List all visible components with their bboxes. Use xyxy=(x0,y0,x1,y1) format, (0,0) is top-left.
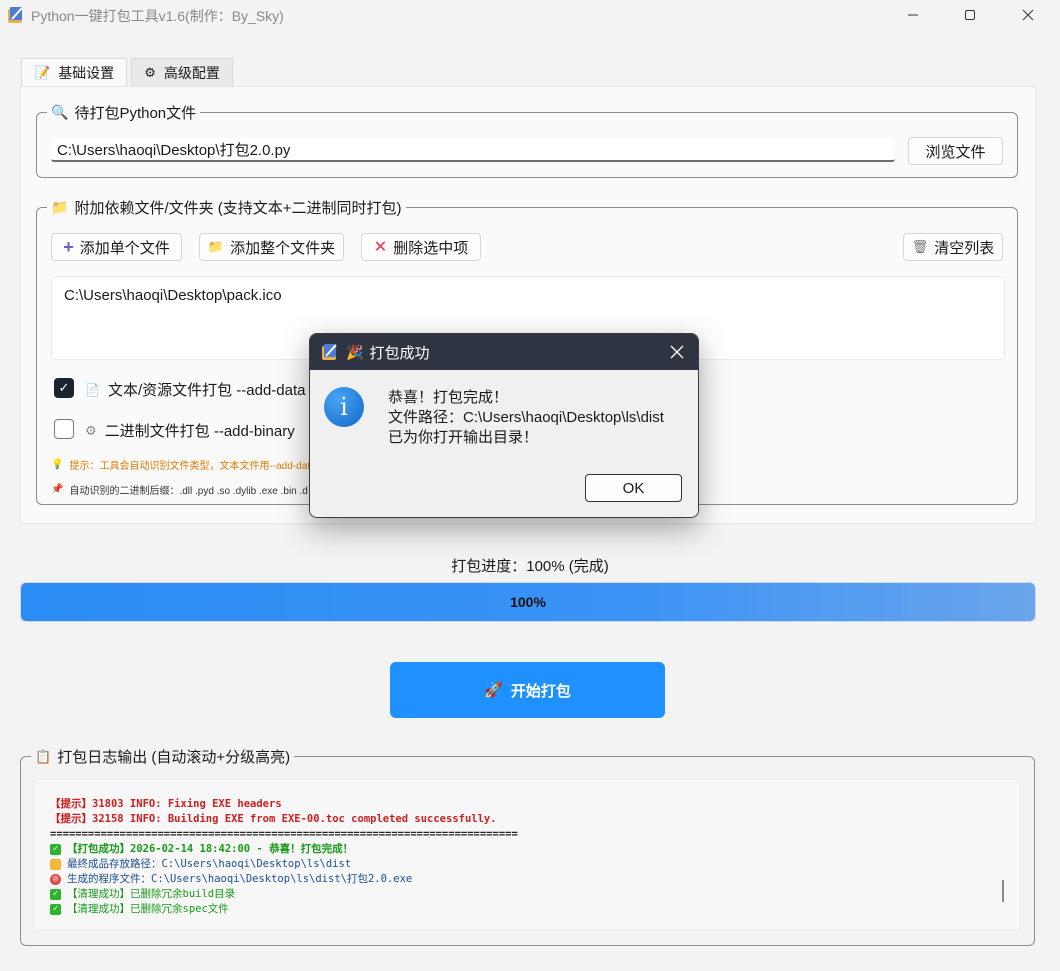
text-mode-label: 📄 文本/资源文件打包 --add-data xyxy=(85,379,306,400)
rocket-icon: 🚀 xyxy=(484,682,503,699)
clear-list-button[interactable]: 🗑 清空列表 xyxy=(903,233,1003,261)
start-packaging-label: 开始打包 xyxy=(510,682,571,700)
log-line: ✓ 【清理成功】已删除冗余spec文件 xyxy=(50,902,1020,917)
close-icon xyxy=(670,345,684,359)
clear-list-label: 清空列表 xyxy=(934,239,995,257)
gear-icon: ⚙ xyxy=(85,422,97,438)
log-line: ◎ 生成的程序文件：C:\Users\haoqi\Desktop\ls\dist… xyxy=(50,872,1020,887)
magnifier-icon: 🔍 xyxy=(51,104,69,120)
progress-label: 打包进度：100% (完成) xyxy=(451,558,609,575)
dialog-body: i 恭喜！打包完成！ 文件路径：C:\Users\haoqi\Desktop\l… xyxy=(310,370,698,517)
binary-mode-label-text: 二进制文件打包 --add-binary xyxy=(104,423,295,440)
dialog-close-button[interactable] xyxy=(670,345,684,359)
add-file-label: 添加单个文件 xyxy=(79,239,170,257)
binary-suffix-hint: 📌 自动识别的二进制后缀：.dll .pyd .so .dylib .exe .… xyxy=(51,482,308,497)
title-bar: Python一键打包工具v1.6(制作：By_Sky) xyxy=(0,0,1060,30)
dialog-message: 恭喜！打包完成！ 文件路径：C:\Users\haoqi\Desktop\ls\… xyxy=(388,388,664,448)
cross-mark-icon: ✕ xyxy=(373,239,388,256)
folder-icon xyxy=(50,859,61,870)
browse-file-button[interactable]: 浏览文件 xyxy=(908,137,1003,165)
tab-label: 基础设置 xyxy=(58,64,115,81)
log-output-group: 📋 打包日志输出 (自动滚动+分级高亮) 【提示】31803 INFO: Fix… xyxy=(20,746,1035,946)
add-file-button[interactable]: + 添加单个文件 xyxy=(51,233,182,261)
python-file-path-input[interactable] xyxy=(51,138,895,162)
memo-icon: 📝 xyxy=(34,64,51,80)
folder-icon: 📁 xyxy=(51,199,69,215)
info-icon: i xyxy=(324,387,364,427)
lightbulb-icon: 💡 xyxy=(51,459,64,470)
log-scrollbar[interactable] xyxy=(1002,880,1004,902)
tab-basic-settings[interactable]: 📝 基础设置 xyxy=(21,58,128,86)
browse-file-label: 浏览文件 xyxy=(925,143,986,161)
binary-suffix-hint-text: 自动识别的二进制后缀：.dll .pyd .so .dylib .exe .bi… xyxy=(69,486,308,497)
log-legend-text: 打包日志输出 (自动滚动+分级高亮) xyxy=(57,749,291,766)
party-icon: 🎉 xyxy=(346,343,364,360)
maximize-button[interactable] xyxy=(947,0,993,30)
close-icon xyxy=(1022,9,1034,21)
start-packaging-button[interactable]: 🚀 开始打包 xyxy=(390,662,665,718)
close-button[interactable] xyxy=(1005,0,1051,30)
dialog-message-line: 已为你打开输出目录！ xyxy=(388,429,539,446)
app-icon xyxy=(8,7,23,23)
text-mode-label-text: 文本/资源文件打包 --add-data xyxy=(107,382,306,399)
log-line: ✓ 【打包成功】2026-02-14 18:42:00 - 恭喜！打包完成！ xyxy=(50,842,1020,857)
target-icon: ◎ xyxy=(50,874,61,885)
type-hint: 💡 提示：工具会自动识别文件类型，文本文件用--add-data xyxy=(51,457,316,472)
log-line: ✓ 【清理成功】已删除冗余build目录 xyxy=(50,887,1020,902)
log-line: 最终成品存放路径：C:\Users\haoqi\Desktop\ls\dist xyxy=(50,857,1020,872)
ok-button[interactable]: OK xyxy=(585,474,682,502)
type-hint-text: 提示：工具会自动识别文件类型，文本文件用--add-data xyxy=(69,461,316,472)
window-title: Python一键打包工具v1.6(制作：By_Sky) xyxy=(31,8,284,24)
log-line: 【提示】31803 INFO: Fixing EXE headers xyxy=(50,798,282,810)
tab-advanced-config[interactable]: ⚙ 高级配置 xyxy=(131,58,233,86)
dialog-message-line: 文件路径：C:\Users\haoqi\Desktop\ls\dist xyxy=(388,409,664,426)
progress-bar: 100% xyxy=(20,582,1036,622)
clipboard-icon: 📋 xyxy=(35,748,52,764)
text-mode-checkbox[interactable]: ✓ xyxy=(54,378,74,398)
success-dialog: 🎉 打包成功 i 恭喜！打包完成！ 文件路径：C:\Users\haoqi\De… xyxy=(309,333,699,518)
gear-icon: ⚙ xyxy=(144,64,156,80)
binary-mode-checkbox[interactable] xyxy=(54,419,74,439)
check-icon: ✓ xyxy=(50,844,61,855)
maximize-icon xyxy=(965,10,975,20)
python-file-legend: 🔍 待打包Python文件 xyxy=(47,102,201,123)
log-line: 【提示】32158 INFO: Building EXE from EXE-00… xyxy=(50,813,497,825)
add-folder-label: 添加整个文件夹 xyxy=(230,239,336,257)
minimize-button[interactable] xyxy=(890,0,936,30)
list-item[interactable]: C:\Users\haoqi\Desktop\pack.ico xyxy=(64,287,992,304)
log-line: ========================================… xyxy=(50,828,518,840)
python-file-legend-text: 待打包Python文件 xyxy=(74,105,197,122)
tab-label: 高级配置 xyxy=(163,64,220,81)
progress-text: 100% xyxy=(510,594,546,610)
check-icon: ✓ xyxy=(50,889,61,900)
dependencies-legend: 📁 附加依赖文件/文件夹 (支持文本+二进制同时打包) xyxy=(47,197,406,218)
page-icon: 📄 xyxy=(85,382,100,397)
delete-selected-label: 删除选中项 xyxy=(393,239,469,257)
wastebasket-icon: 🗑 xyxy=(911,239,929,254)
binary-mode-label: ⚙ 二进制文件打包 --add-binary xyxy=(85,420,295,441)
log-legend: 📋 打包日志输出 (自动滚动+分级高亮) xyxy=(31,746,295,767)
add-folder-button[interactable]: 📁 添加整个文件夹 xyxy=(199,233,344,261)
dialog-title: 打包成功 xyxy=(369,344,430,362)
pushpin-icon: 📌 xyxy=(51,484,64,495)
delete-selected-button[interactable]: ✕ 删除选中项 xyxy=(361,233,481,261)
dialog-title-bar: 🎉 打包成功 xyxy=(310,334,698,370)
plus-icon: + xyxy=(63,236,74,257)
dialog-message-line: 恭喜！打包完成！ xyxy=(388,389,509,406)
dependencies-legend-text: 附加依赖文件/文件夹 (支持文本+二进制同时打包) xyxy=(74,200,402,217)
minimize-icon xyxy=(908,14,918,16)
python-file-group: 🔍 待打包Python文件 浏览文件 xyxy=(36,102,1018,178)
ok-label: OK xyxy=(622,479,645,497)
log-text-area[interactable]: 【提示】31803 INFO: Fixing EXE headers 【提示】3… xyxy=(33,779,1021,931)
app-icon xyxy=(322,344,337,360)
tab-bar: 📝 基础设置 ⚙ 高级配置 xyxy=(21,58,237,86)
check-icon: ✓ xyxy=(50,904,61,915)
folder-icon: 📁 xyxy=(207,239,225,254)
